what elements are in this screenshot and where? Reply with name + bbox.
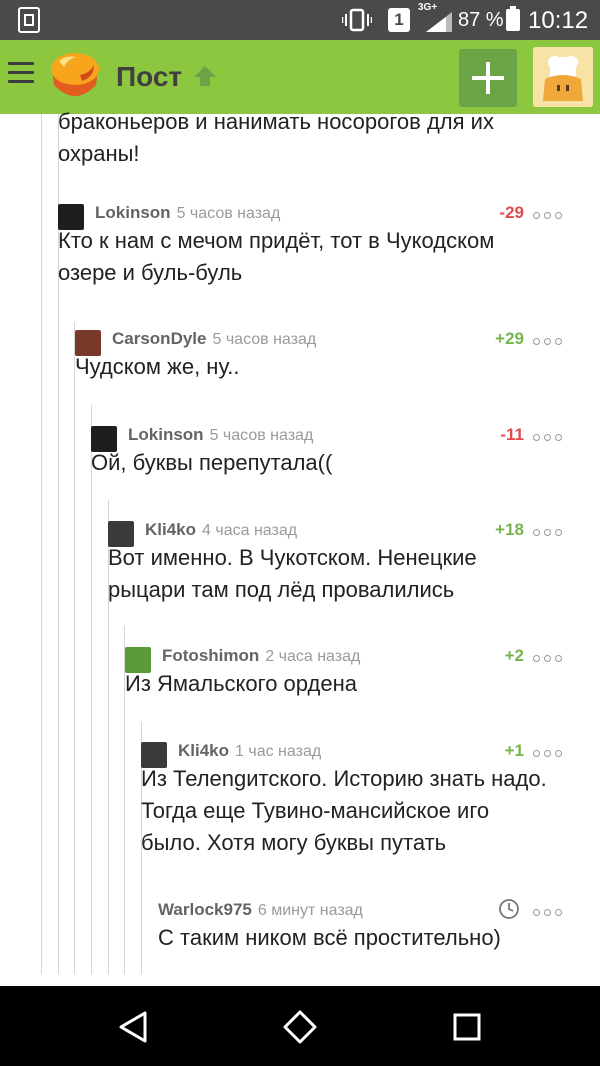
comment-author[interactable]: Fotoshimon 2 часа назад	[162, 646, 360, 666]
profile-avatar[interactable]	[533, 47, 593, 107]
thread-line	[91, 405, 92, 974]
comment-author[interactable]: Lokinson 5 часов назад	[95, 203, 280, 223]
more-icon[interactable]	[533, 655, 562, 662]
comment-rating: +2	[504, 646, 524, 665]
thread-line	[74, 322, 75, 974]
logo-icon[interactable]	[46, 47, 104, 103]
comment-rating: +29	[495, 329, 524, 348]
vibrate-icon	[342, 8, 372, 32]
more-icon[interactable]	[533, 434, 562, 441]
comment-time: 1 час назад	[235, 743, 322, 760]
comment-time: 5 часов назад	[209, 427, 314, 444]
comment-time: 6 минут назад	[257, 902, 363, 919]
comment-time: 5 часов назад	[176, 205, 281, 222]
comment-author[interactable]: Lokinson 5 часов назад	[128, 425, 313, 445]
comment-author[interactable]: Warlock975 6 минут назад	[158, 900, 363, 920]
sim-badge: 1	[388, 8, 410, 32]
comment-text: Из Ямальского ордена	[125, 671, 357, 696]
page-title: Пост	[116, 61, 183, 92]
thread-line	[41, 114, 42, 974]
comment-rating: -11	[500, 425, 524, 444]
comment-rating: +1	[504, 741, 524, 760]
comment: Kli4ko 4 часа назад +18 Вот именно. В Чук…	[108, 520, 562, 616]
recents-icon[interactable]	[450, 1010, 484, 1044]
status-bar: 1 3G+ 87 % 10:12	[0, 0, 600, 40]
comment: Warlock975 6 минут назад С таким ником вс…	[158, 899, 562, 964]
comment-text: Кто к нам с мечом придёт, тот в Чукодско…	[58, 228, 495, 285]
menu-icon[interactable]	[8, 62, 34, 84]
comment: Lokinson 5 часов назад -29 Кто к нам с ме…	[58, 203, 562, 299]
comment-text: Чудском же, ну..	[75, 354, 240, 379]
comment-time: 2 часа назад	[265, 648, 361, 665]
more-icon[interactable]	[533, 750, 562, 757]
clock-time: 10:12	[528, 7, 589, 34]
screenshot-icon	[18, 7, 40, 33]
comment-time: 5 часов назад	[212, 331, 317, 348]
comment-time: 4 часа назад	[202, 522, 298, 539]
comment: CarsonDyle 5 часов назад +29 Чудском же, …	[75, 329, 562, 393]
more-icon[interactable]	[533, 909, 562, 916]
comment-text: Ой, буквы перепутала((	[91, 450, 333, 475]
battery-percent: 87 %	[458, 9, 504, 31]
comment-rating: +18	[495, 520, 524, 539]
comment: Lokinson 5 часов назад -11 Ой, буквы пере…	[91, 425, 562, 489]
comment-text: Из Телengитского. Историю знать надо. То…	[141, 766, 547, 855]
more-icon[interactable]	[533, 529, 562, 536]
back-icon[interactable]	[116, 1010, 150, 1044]
comment: Fotoshimon 2 часа назад +2 Из Ямальского …	[125, 646, 562, 710]
more-icon[interactable]	[533, 212, 562, 219]
navigation-bar	[0, 986, 600, 1066]
comment-text: браконьеров и нанимать носорогов для их …	[58, 109, 494, 166]
comment-author[interactable]: Kli4ko 1 час назад	[178, 741, 321, 761]
add-post-button[interactable]	[459, 49, 517, 107]
comment-rating: -29	[499, 203, 524, 222]
signal-icon	[426, 12, 452, 32]
clock-icon	[499, 899, 519, 919]
comment-author[interactable]: Kli4ko 4 часа назад	[145, 520, 297, 540]
arrow-up-icon[interactable]	[192, 64, 218, 88]
home-icon[interactable]	[283, 1010, 317, 1044]
comment-author[interactable]: CarsonDyle 5 часов назад	[112, 329, 316, 349]
more-icon[interactable]	[533, 338, 562, 345]
battery-icon	[506, 6, 520, 31]
comment-text: С таким ником всё простительно)	[158, 925, 501, 950]
comment-text: Вот именно. В Чукотском. Ненецкие рыцари…	[108, 545, 477, 602]
comment: Kli4ko 1 час назад +1 Из Телengитского. И…	[141, 741, 562, 869]
